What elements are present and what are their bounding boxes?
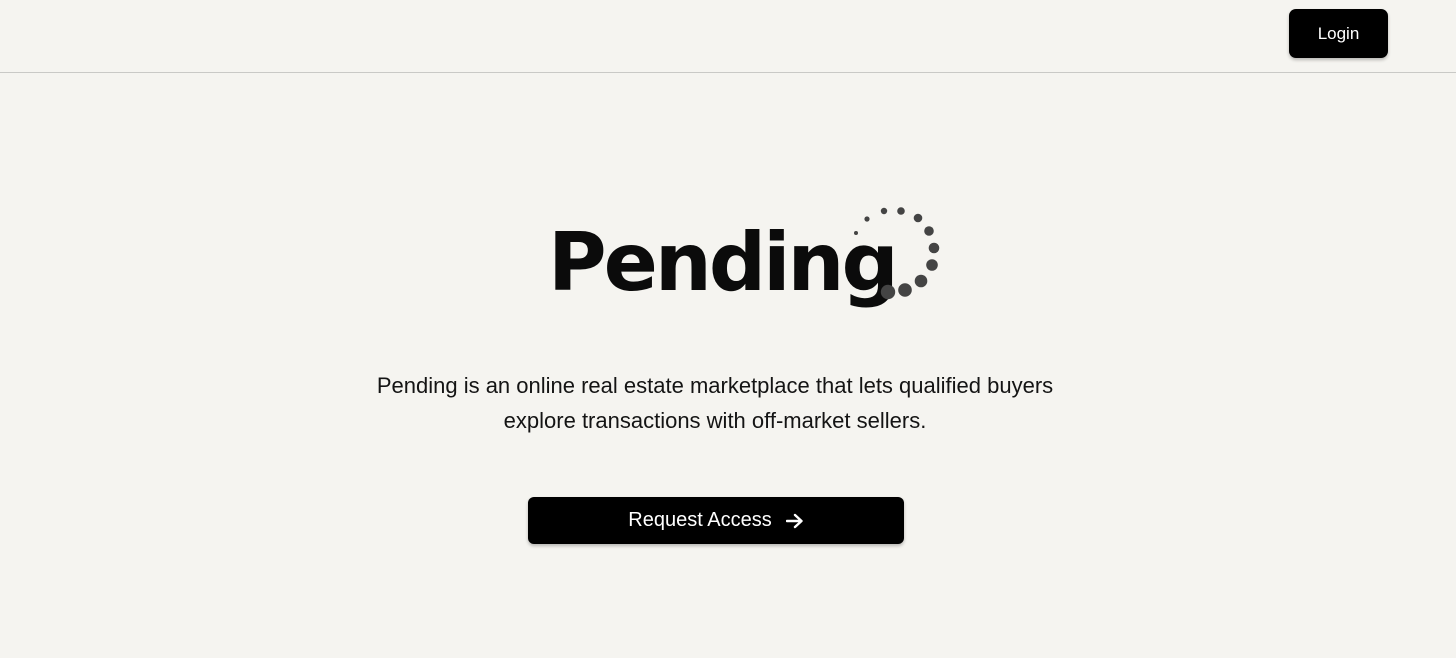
top-navigation-bar: Login: [0, 0, 1456, 73]
tagline-line-2: explore transactions with off-market sel…: [503, 408, 927, 433]
loading-dots-icon: [854, 207, 940, 300]
request-access-label: Request Access: [628, 509, 772, 531]
tagline-line-1: Pending is an online real estate marketp…: [376, 373, 1054, 398]
arrow-right-icon: [785, 513, 803, 528]
login-button[interactable]: Login: [1289, 9, 1388, 58]
pending-logo: Pending: [548, 203, 948, 328]
request-access-button[interactable]: Request Access: [528, 497, 904, 544]
tagline: Pending is an online real estate marketp…: [300, 368, 1130, 438]
